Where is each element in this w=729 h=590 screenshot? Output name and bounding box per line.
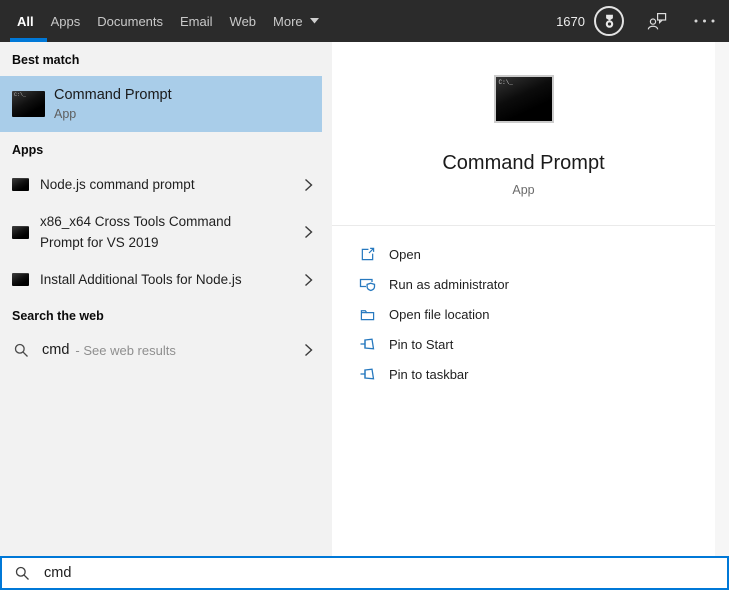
search-the-web-header: Search the web bbox=[12, 309, 104, 323]
action-open-file-location[interactable]: Open file location bbox=[332, 299, 715, 329]
tab-web[interactable]: Web bbox=[230, 0, 257, 42]
result-detail-panel: C:\_ Command Prompt App Open Run as admi… bbox=[332, 42, 715, 556]
chevron-right-icon bbox=[302, 343, 315, 357]
detail-title: Command Prompt bbox=[442, 152, 605, 174]
web-query-text: cmd bbox=[42, 342, 70, 358]
pin-icon bbox=[359, 367, 376, 381]
web-search-result[interactable]: cmd - See web results bbox=[0, 332, 332, 368]
tab-apps[interactable]: Apps bbox=[51, 0, 81, 42]
tab-all-label: All bbox=[17, 13, 34, 29]
detail-hero: C:\_ Command Prompt App bbox=[332, 42, 715, 197]
action-label: Open file location bbox=[389, 306, 490, 322]
search-input[interactable] bbox=[44, 558, 727, 588]
open-icon bbox=[359, 247, 376, 262]
chevron-right-icon bbox=[302, 273, 315, 287]
tab-more-label: More bbox=[273, 13, 303, 29]
action-pin-to-start[interactable]: Pin to Start bbox=[332, 329, 715, 359]
command-prompt-icon-large: C:\_ bbox=[493, 75, 554, 123]
command-prompt-icon bbox=[12, 273, 29, 286]
chevron-down-icon bbox=[309, 18, 319, 24]
pin-icon bbox=[359, 337, 376, 351]
search-results-area: Best match C:\_ Command Prompt App Apps … bbox=[0, 42, 729, 556]
best-match-subtitle: App bbox=[54, 107, 77, 121]
open-file-location-icon bbox=[359, 307, 376, 322]
chevron-right-icon bbox=[302, 225, 315, 239]
web-suffix-text: - See web results bbox=[75, 342, 176, 358]
action-label: Pin to Start bbox=[389, 336, 454, 352]
filter-tabs: All Apps Documents Email Web More bbox=[10, 0, 319, 42]
command-prompt-icon: C:\_ bbox=[12, 91, 45, 117]
tab-more[interactable]: More bbox=[273, 0, 319, 42]
rewards-points: 1670 bbox=[556, 13, 585, 29]
rewards-medal-icon[interactable] bbox=[594, 6, 624, 36]
detail-divider bbox=[332, 225, 715, 226]
best-match-title: Command Prompt bbox=[54, 87, 172, 103]
result-label: Install Additional Tools for Node.js bbox=[40, 272, 242, 287]
search-icon bbox=[14, 343, 29, 358]
results-list-panel: Best match C:\_ Command Prompt App Apps … bbox=[0, 42, 332, 556]
action-label: Pin to taskbar bbox=[389, 366, 469, 382]
admin-shield-icon bbox=[359, 276, 376, 292]
right-gutter bbox=[715, 42, 729, 556]
result-x86-x64-cross-tools[interactable]: x86_x64 Cross Tools Command Prompt for V… bbox=[0, 203, 332, 261]
tab-apps-label: Apps bbox=[50, 13, 81, 29]
search-bar bbox=[0, 556, 729, 590]
best-match-text: Command Prompt App bbox=[54, 87, 172, 121]
tab-documents-label: Documents bbox=[97, 13, 164, 29]
tab-documents[interactable]: Documents bbox=[97, 0, 163, 42]
tab-email[interactable]: Email bbox=[180, 0, 213, 42]
command-prompt-icon bbox=[12, 178, 29, 191]
apps-header: Apps bbox=[12, 143, 44, 157]
action-label: Run as administrator bbox=[389, 276, 509, 292]
result-label: Node.js command prompt bbox=[40, 177, 195, 192]
chevron-right-icon bbox=[302, 178, 315, 192]
tab-email-label: Email bbox=[180, 13, 213, 29]
command-prompt-icon bbox=[12, 225, 29, 239]
search-icon bbox=[15, 566, 30, 581]
action-open[interactable]: Open bbox=[332, 239, 715, 269]
context-actions: Open Run as administrator Open file loca… bbox=[332, 239, 715, 389]
action-run-as-administrator[interactable]: Run as administrator bbox=[332, 269, 715, 299]
topbar-right-cluster: 1670 bbox=[556, 6, 715, 36]
result-label: x86_x64 Cross Tools Command Prompt for V… bbox=[40, 214, 232, 250]
best-match-header: Best match bbox=[12, 53, 80, 67]
tab-web-label: Web bbox=[229, 13, 257, 29]
feedback-icon[interactable] bbox=[647, 12, 667, 31]
action-pin-to-taskbar[interactable]: Pin to taskbar bbox=[332, 359, 715, 389]
detail-subtitle: App bbox=[512, 183, 535, 197]
best-match-result[interactable]: C:\_ Command Prompt App bbox=[0, 76, 322, 132]
result-nodejs-command-prompt[interactable]: Node.js command prompt bbox=[0, 166, 332, 203]
more-options-icon[interactable] bbox=[694, 19, 715, 23]
tab-all[interactable]: All bbox=[10, 0, 47, 42]
action-label: Open bbox=[389, 246, 421, 262]
search-filter-bar: All Apps Documents Email Web More 1670 bbox=[0, 0, 729, 42]
windows-search-flyout: All Apps Documents Email Web More 1670 B… bbox=[0, 0, 729, 590]
result-install-additional-tools[interactable]: Install Additional Tools for Node.js bbox=[0, 261, 332, 298]
